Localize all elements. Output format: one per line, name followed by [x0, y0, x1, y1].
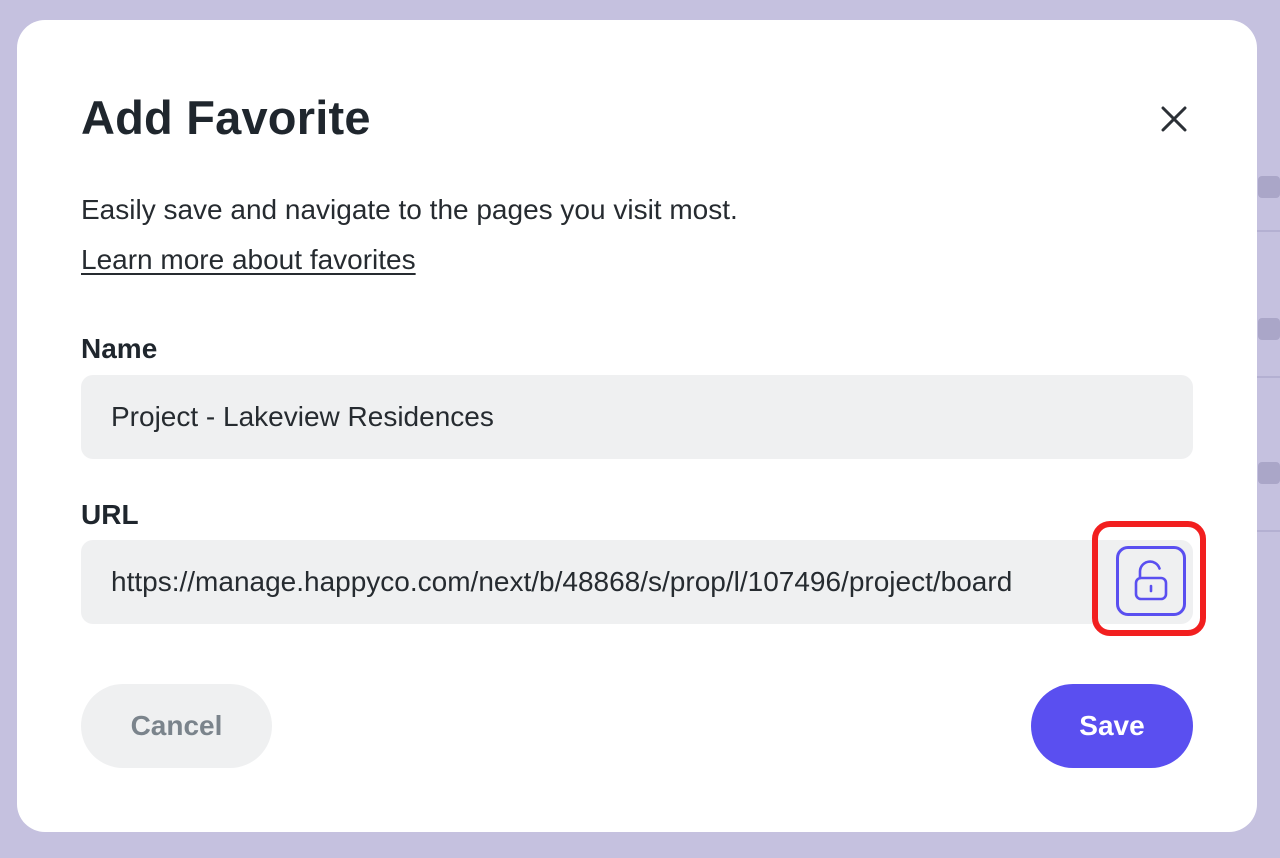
url-field-container — [81, 540, 1193, 624]
dialog-title: Add Favorite — [81, 91, 371, 144]
url-input[interactable] — [111, 540, 1116, 624]
url-lock-toggle-button[interactable] — [1116, 546, 1186, 616]
unlock-icon — [1134, 560, 1168, 601]
background-text-fragment — [1258, 318, 1280, 340]
add-favorite-dialog: Add Favorite Easily save and navigate to… — [17, 20, 1257, 832]
name-input[interactable] — [111, 375, 1171, 459]
close-button[interactable] — [1153, 98, 1195, 140]
close-icon — [1161, 106, 1187, 132]
dialog-description: Easily save and navigate to the pages yo… — [81, 194, 738, 225]
learn-more-link[interactable]: Learn more about favorites — [81, 242, 416, 278]
url-field-label: URL — [81, 499, 139, 530]
cancel-button[interactable]: Cancel — [81, 684, 272, 768]
background-text-fragment — [1258, 176, 1280, 198]
background-text-fragment — [1258, 462, 1280, 484]
name-field-label: Name — [81, 333, 158, 364]
save-button[interactable]: Save — [1031, 684, 1193, 768]
name-field-container — [81, 375, 1193, 459]
